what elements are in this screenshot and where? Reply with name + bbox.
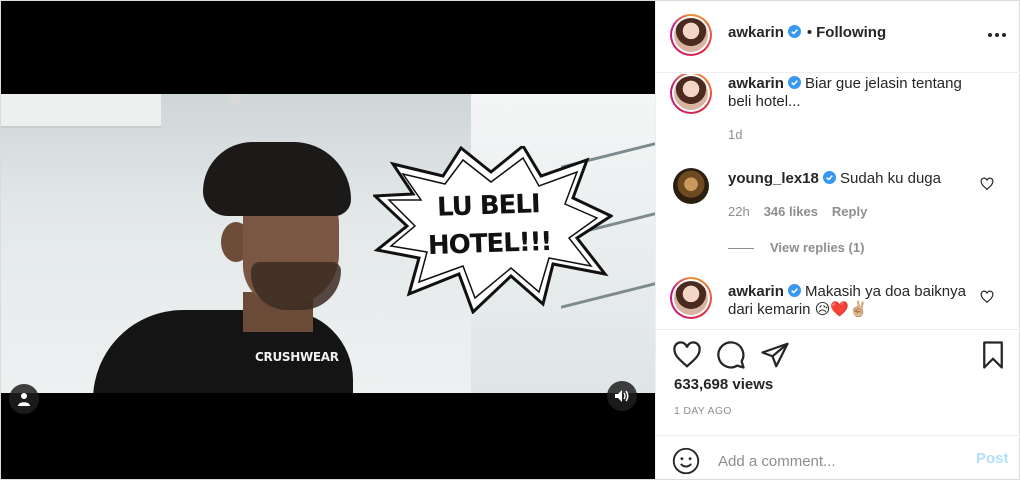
- comment-likes[interactable]: 346 likes: [764, 204, 818, 219]
- separator-dot: •: [806, 24, 813, 41]
- reply-button[interactable]: Reply: [832, 204, 867, 219]
- verified-icon: [787, 284, 801, 297]
- verified-icon: [822, 171, 836, 184]
- ceiling-camera: [227, 94, 241, 104]
- person-icon: [18, 393, 30, 406]
- comment-meta: 22h 346 likes Reply: [728, 204, 867, 219]
- author-username[interactable]: awkarin: [728, 24, 784, 41]
- action-bar: [656, 329, 1020, 379]
- like-comment-icon[interactable]: [980, 177, 994, 191]
- bookmark-icon[interactable]: [978, 340, 1008, 370]
- bubble-line: LU BELI: [436, 189, 541, 223]
- view-replies-label: View replies (1): [770, 240, 865, 255]
- post-button[interactable]: Post: [976, 450, 1009, 467]
- replies-line: [728, 248, 754, 250]
- tagged-people-button[interactable]: [9, 384, 39, 414]
- comment-username[interactable]: awkarin: [728, 283, 784, 300]
- verified-icon: [787, 76, 801, 89]
- view-replies-button[interactable]: View replies (1): [728, 240, 864, 255]
- caption-time[interactable]: 1d: [728, 127, 742, 142]
- mute-button[interactable]: [607, 381, 637, 411]
- caption-body: awkarin Biar gue jelasin tentang beli ho…: [728, 75, 978, 111]
- commenter-avatar[interactable]: [673, 168, 709, 204]
- header-user: awkarin • Following: [728, 24, 886, 41]
- post-timestamp[interactable]: 1 DAY AGO: [674, 405, 732, 417]
- share-icon[interactable]: [760, 340, 790, 370]
- shirt-text: CRUSHWEAR: [255, 350, 339, 364]
- comment-list[interactable]: awkarin Biar gue jelasin tentang beli ho…: [656, 74, 1020, 328]
- like-comment-icon[interactable]: [980, 290, 994, 304]
- comment-body: awkarin Makasih ya doa baiknya dari kema…: [728, 283, 978, 319]
- following-button[interactable]: Following: [816, 24, 886, 41]
- commenter-avatar[interactable]: [670, 277, 712, 319]
- verified-icon: [787, 25, 801, 38]
- avatar-image: [673, 168, 709, 204]
- post-header: awkarin • Following: [656, 1, 1020, 73]
- hair: [203, 142, 351, 216]
- more-options-button[interactable]: [988, 25, 1008, 45]
- heart-icon[interactable]: [672, 340, 702, 370]
- comment-time[interactable]: 22h: [728, 204, 750, 219]
- more-icon: [988, 33, 992, 37]
- comment-text: Sudah ku duga: [840, 170, 941, 187]
- post-sidebar: awkarin • Following awkarin Biar gue jela…: [655, 1, 1020, 479]
- author-avatar[interactable]: [670, 14, 712, 56]
- bubble-line: HOTEL!!!: [427, 226, 552, 262]
- sound-icon: [615, 390, 629, 402]
- beard: [251, 262, 341, 310]
- comment-username[interactable]: young_lex18: [728, 170, 819, 187]
- add-comment-bar: Post: [656, 435, 1020, 479]
- caption-username[interactable]: awkarin: [728, 75, 784, 92]
- smile-icon[interactable]: [672, 447, 700, 475]
- avatar-image: [674, 18, 708, 52]
- video-person: CRUSHWEAR: [93, 142, 353, 393]
- air-conditioner: [1, 94, 161, 128]
- video-player[interactable]: CRUSHWEAR LU BELI HOTEL!!!: [1, 1, 655, 479]
- commenter-avatar[interactable]: [670, 74, 712, 114]
- speech-bubble-text: LU BELI HOTEL!!!: [408, 184, 571, 266]
- comment-body: young_lex18 Sudah ku duga: [728, 170, 978, 188]
- view-count[interactable]: 633,698 views: [674, 376, 773, 393]
- comment-icon[interactable]: [716, 340, 746, 370]
- comment-input[interactable]: [718, 450, 958, 472]
